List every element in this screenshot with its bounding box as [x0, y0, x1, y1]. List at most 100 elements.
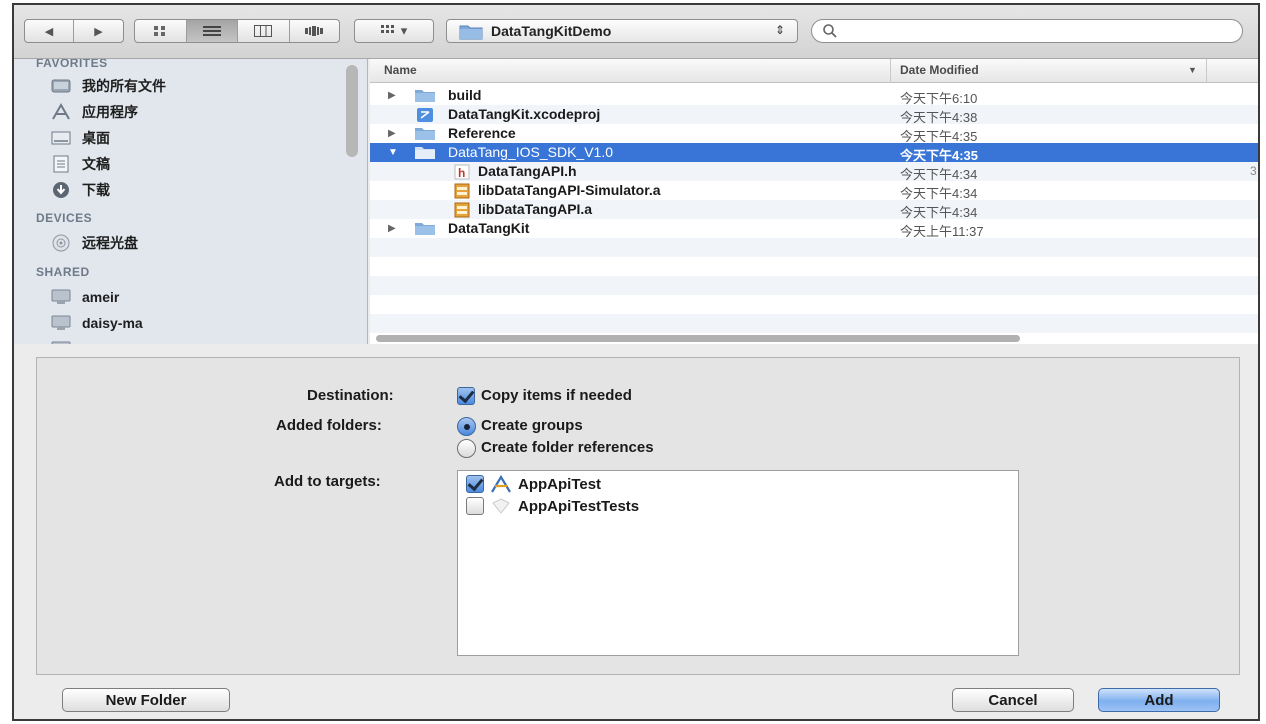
search-field[interactable] — [811, 19, 1243, 43]
nav-back-forward: ◀ ▶ — [24, 19, 124, 43]
target-name: AppApiTest — [518, 475, 602, 493]
chevron-down-icon: ▾ — [400, 23, 408, 38]
destination-label: Destination: — [307, 387, 394, 404]
arrange-grid-icon — [380, 25, 394, 33]
column-divider — [890, 59, 891, 83]
empty-row — [370, 276, 1258, 295]
back-arrow-icon: ◀ — [44, 25, 54, 38]
disclosure-collapsed-icon[interactable]: ▶ — [388, 128, 396, 139]
column-divider — [1206, 59, 1207, 83]
location-popup[interactable]: DataTangKitDemo ⇕ — [446, 19, 798, 43]
target-name: AppApiTestTests — [518, 497, 640, 515]
target-checkbox[interactable] — [466, 497, 484, 515]
file-row-xcodeproj[interactable]: DataTangKit.xcodeproj 今天下午4:38 — [370, 105, 1258, 125]
sidebar-section-shared: SHARED — [36, 265, 90, 279]
test-target-icon — [490, 496, 512, 516]
search-icon — [823, 24, 837, 38]
computer-icon — [50, 314, 72, 332]
coverflow-view-button[interactable] — [290, 20, 340, 42]
sidebar-scrollbar[interactable] — [346, 65, 358, 157]
location-label: DataTangKitDemo — [491, 23, 612, 39]
file-name: DataTang_IOS_SDK_V1.0 — [448, 144, 613, 160]
sidebar-item-applications[interactable]: 应用程序 — [50, 101, 138, 123]
empty-row — [370, 257, 1258, 276]
remote-disc-icon — [50, 234, 72, 252]
create-groups-radio[interactable] — [457, 417, 476, 436]
list-view-icon — [202, 26, 221, 36]
column-header-name[interactable]: Name — [384, 63, 417, 77]
options-panel: Destination: Copy items if needed Added … — [36, 357, 1240, 675]
file-row-lib-simulator[interactable]: libDataTangAPI-Simulator.a 今天下午4:34 — [370, 181, 1258, 201]
file-row-datatangkit[interactable]: ▶ DataTangKit 今天上午11:37 — [370, 219, 1258, 239]
copy-items-checkbox[interactable] — [457, 387, 475, 405]
sidebar-item-label: 远程光盘 — [82, 235, 138, 251]
arrange-button[interactable]: ▾ — [354, 19, 434, 43]
create-groups-label: Create groups — [481, 417, 583, 434]
sidebar: FAVORITES 我的所有文件 应用程序 桌面 文稿 下载 DEVICES 远… — [14, 59, 368, 344]
create-folder-references-label: Create folder references — [481, 439, 654, 456]
computer-icon — [50, 340, 72, 344]
add-button[interactable]: Add — [1098, 688, 1220, 712]
sidebar-item-desktop[interactable]: 桌面 — [50, 127, 110, 149]
disclosure-collapsed-icon[interactable]: ▶ — [388, 223, 396, 234]
documents-icon — [50, 155, 72, 173]
app-target-icon — [490, 474, 512, 494]
sidebar-section-devices: DEVICES — [36, 211, 93, 225]
disclosure-collapsed-icon[interactable]: ▶ — [388, 90, 396, 101]
sidebar-item-all-files[interactable]: 我的所有文件 — [50, 75, 166, 97]
toolbar: ◀ ▶ ▾ DataTangKitDemo ⇕ — [14, 5, 1258, 59]
file-row-reference[interactable]: ▶ Reference 今天下午4:35 — [370, 124, 1258, 144]
targets-list: AppApiTest AppApiTestTests — [457, 470, 1019, 656]
file-row-build[interactable]: ▶ build 今天下午6:10 — [370, 86, 1258, 106]
icon-view-button[interactable] — [135, 20, 187, 42]
forward-button[interactable]: ▶ — [74, 20, 123, 42]
list-view-button[interactable] — [186, 20, 238, 42]
added-folders-label: Added folders: — [276, 417, 382, 434]
target-row-appapitest[interactable]: AppApiTest — [466, 473, 601, 495]
all-files-icon — [50, 77, 72, 95]
file-name: Reference — [448, 125, 516, 141]
sidebar-item-documents[interactable]: 文稿 — [50, 153, 110, 175]
list-header: Name Date Modified ▼ — [370, 59, 1258, 83]
view-mode-control — [134, 19, 340, 43]
sidebar-item-ameir[interactable]: ameir — [50, 286, 119, 308]
sidebar-item-daisy-ma[interactable]: daisy-ma — [50, 312, 143, 334]
sidebar-item-downloads[interactable]: 下载 — [50, 179, 110, 201]
column-header-date[interactable]: Date Modified — [900, 63, 979, 77]
empty-row — [370, 295, 1258, 314]
sort-descending-icon: ▼ — [1188, 65, 1197, 75]
file-list: Name Date Modified ▼ ▶ build 今天下午6:10 Da… — [370, 59, 1258, 344]
file-row-sdk-folder[interactable]: ▼ DataTang_IOS_SDK_V1.0 今天下午4:35 — [370, 143, 1258, 163]
back-button[interactable]: ◀ — [25, 20, 75, 42]
disclosure-expanded-icon[interactable]: ▼ — [388, 147, 398, 158]
column-view-button[interactable] — [238, 20, 290, 42]
column-view-icon — [254, 25, 273, 37]
sidebar-item-label: 桌面 — [82, 130, 110, 146]
file-name: libDataTangAPI.a — [478, 201, 593, 217]
applications-icon — [50, 103, 72, 121]
target-checkbox[interactable] — [466, 475, 484, 493]
file-row-header-file[interactable]: h DataTangAPI.h 今天下午4:34 3 — [370, 162, 1258, 182]
file-name: build — [448, 87, 482, 103]
sidebar-item-label: 下载 — [82, 182, 110, 198]
empty-row — [370, 314, 1258, 333]
sidebar-item-remote-disc[interactable]: 远程光盘 — [50, 232, 138, 254]
sidebar-item-label: ameir — [82, 289, 120, 305]
file-name: DataTangAPI.h — [478, 163, 577, 179]
file-name: libDataTangAPI-Simulator.a — [478, 182, 661, 198]
cancel-button[interactable]: Cancel — [952, 688, 1074, 712]
forward-arrow-icon: ▶ — [94, 25, 103, 38]
sidebar-item-partial[interactable] — [50, 338, 82, 344]
updown-arrows-icon: ⇕ — [774, 23, 785, 37]
file-name: DataTangKit.xcodeproj — [448, 106, 601, 122]
file-row-lib[interactable]: libDataTangAPI.a 今天下午4:34 — [370, 200, 1258, 220]
downloads-icon — [50, 181, 72, 199]
svg-text:h: h — [458, 166, 465, 180]
create-folder-references-radio[interactable] — [457, 439, 476, 458]
sidebar-item-label: 应用程序 — [82, 104, 138, 120]
file-name: DataTangKit — [448, 220, 530, 236]
sidebar-section-favorites: FAVORITES — [36, 59, 108, 70]
new-folder-button[interactable]: New Folder — [62, 688, 230, 712]
horizontal-scrollbar[interactable] — [376, 335, 1020, 342]
target-row-appapitesttests[interactable]: AppApiTestTests — [466, 495, 639, 517]
